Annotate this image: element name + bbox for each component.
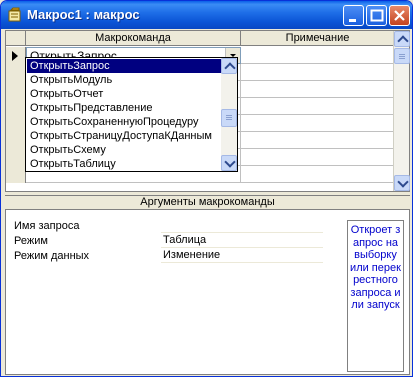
dropdown-item[interactable]: ОткрытьСтраницуДоступаКДанным <box>27 129 221 143</box>
note-cell[interactable] <box>241 166 394 183</box>
dropdown-scroll-up-button[interactable] <box>221 58 237 74</box>
arg-label-data-mode: Режим данных <box>14 250 90 262</box>
row-selector[interactable] <box>6 149 26 166</box>
command-column-header[interactable]: Макрокоманда <box>26 31 241 46</box>
maximize-icon <box>370 9 384 22</box>
minimize-button[interactable] <box>343 5 364 26</box>
grid-header: Макрокоманда Примечание <box>6 31 394 46</box>
row-selector-header <box>6 31 26 46</box>
arg-label-mode: Режим <box>14 235 48 247</box>
data-mode-field[interactable]: Изменение <box>161 249 323 263</box>
dropdown-scroll-down-button[interactable] <box>221 155 237 171</box>
dropdown-item[interactable]: ОткрытьОтчет <box>27 87 221 101</box>
row-selector[interactable] <box>6 166 26 183</box>
dropdown-item[interactable]: ОткрытьМодуль <box>27 73 221 87</box>
row-selector[interactable] <box>6 115 26 132</box>
scroll-down-button[interactable] <box>394 175 410 191</box>
arg-label-query-name: Имя запроса <box>14 220 80 232</box>
scroll-thumb[interactable] <box>394 48 410 64</box>
command-dropdown-list[interactable]: ОткрытьЗапрос ОткрытьМодуль ОткрытьОтчет… <box>25 57 238 172</box>
current-row-arrow-icon <box>12 51 18 61</box>
thumb-grip-icon <box>226 115 232 116</box>
note-cell[interactable] <box>241 149 394 166</box>
row-selector[interactable] <box>6 47 26 64</box>
note-column-header[interactable]: Примечание <box>241 31 394 46</box>
scroll-up-button[interactable] <box>394 31 410 47</box>
note-cell[interactable] <box>241 115 394 132</box>
argument-help-text: Откроет запрос на выборку или перекрестн… <box>347 220 404 372</box>
thumb-grip-icon <box>399 54 405 55</box>
row-selector[interactable] <box>6 81 26 98</box>
dropdown-scrollbar[interactable] <box>221 58 237 171</box>
note-cell[interactable] <box>241 64 394 81</box>
minimize-icon <box>349 19 356 22</box>
window-title: Макрос1 : макрос <box>27 7 140 22</box>
arguments-panel: Имя запроса Режим Таблица Режим данных И… <box>5 209 410 375</box>
mode-field[interactable]: Таблица <box>161 234 323 248</box>
title-bar[interactable]: Макрос1 : макрос <box>1 1 412 29</box>
note-cell[interactable] <box>241 132 394 149</box>
dropdown-item[interactable]: ОткрытьПредставление <box>27 101 221 115</box>
row-selector[interactable] <box>6 64 26 81</box>
macro-icon <box>8 7 21 22</box>
maximize-button[interactable] <box>366 5 387 26</box>
note-cell[interactable] <box>241 81 394 98</box>
close-button[interactable] <box>389 5 410 26</box>
dropdown-scroll-thumb[interactable] <box>221 109 237 127</box>
macro-window: Макрос1 : макрос Макрокоманда Примечание… <box>0 0 413 377</box>
note-cell[interactable] <box>241 98 394 115</box>
query-name-field[interactable] <box>161 219 323 233</box>
row-selector[interactable] <box>6 132 26 149</box>
dropdown-item-selected[interactable]: ОткрытьЗапрос <box>27 59 221 73</box>
dropdown-item[interactable]: ОткрытьСхему <box>27 143 221 157</box>
grid-vertical-scrollbar[interactable] <box>393 31 410 191</box>
arguments-section-title: Аргументы макрокоманды <box>5 195 410 209</box>
dropdown-item[interactable]: ОткрытьСохраненнуюПроцедуру <box>27 115 221 129</box>
note-cell[interactable] <box>241 47 394 64</box>
row-selector[interactable] <box>6 98 26 115</box>
dropdown-item[interactable]: ОткрытьТаблицу <box>27 157 221 171</box>
close-icon <box>394 10 405 21</box>
